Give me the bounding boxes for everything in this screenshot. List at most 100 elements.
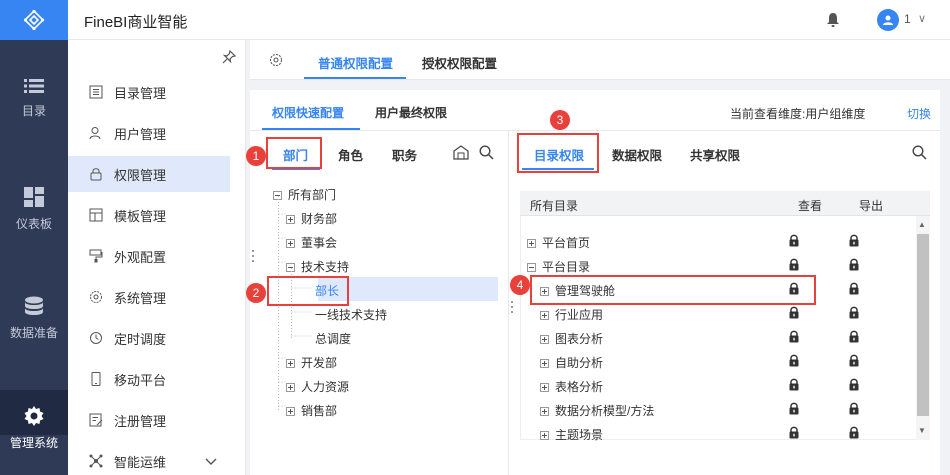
- sub-nav-label: 外观配置: [114, 249, 167, 265]
- tab-role[interactable]: 角色: [338, 145, 363, 164]
- scroll-up-icon[interactable]: ▲: [918, 220, 926, 229]
- view-lock-icon[interactable]: [789, 258, 799, 271]
- expand-icon[interactable]: [540, 407, 549, 417]
- sub-nav-label: 系统管理: [114, 290, 167, 306]
- view-lock-icon[interactable]: [789, 378, 799, 391]
- export-lock-icon[interactable]: [849, 306, 859, 319]
- export-lock-icon[interactable]: [849, 426, 859, 439]
- highlight-box: [267, 276, 349, 306]
- app-logo[interactable]: [0, 0, 68, 40]
- sub-nav-item-appearance[interactable]: 外观配置: [68, 238, 230, 274]
- sub-nav-item-schedule[interactable]: 定时调度: [68, 320, 230, 356]
- chevron-down-icon[interactable]: [205, 455, 217, 469]
- paint-icon: [88, 248, 104, 264]
- highlight-box: [266, 137, 322, 169]
- left-nav-item-dashboard[interactable]: 仪表板: [0, 187, 68, 232]
- bell-icon[interactable]: [826, 12, 842, 28]
- drag-handle[interactable]: [252, 260, 254, 262]
- scrollbar-thumb[interactable]: [917, 234, 929, 416]
- settings-icon[interactable]: [269, 53, 283, 70]
- export-lock-icon[interactable]: [849, 234, 859, 247]
- sub-nav-item-register[interactable]: 注册管理: [68, 402, 230, 438]
- view-lock-icon[interactable]: [789, 426, 799, 439]
- table-row[interactable]: 自助分析: [540, 354, 603, 371]
- sub-nav-item-system[interactable]: 系统管理: [68, 279, 230, 315]
- tab-final-permissions[interactable]: 用户最终权限: [375, 104, 447, 121]
- left-nav-item-admin[interactable]: 管理系统: [0, 406, 68, 451]
- sub-nav-item-permissions[interactable]: 权限管理: [68, 156, 230, 192]
- drag-handle[interactable]: [252, 250, 254, 252]
- table-row[interactable]: 图表分析: [540, 330, 603, 347]
- switch-dimension-link[interactable]: 切换: [907, 105, 931, 122]
- sub-nav-item-catalog[interactable]: 目录管理: [68, 74, 230, 110]
- view-lock-icon[interactable]: [789, 234, 799, 247]
- sub-nav-item-templates[interactable]: 模板管理: [68, 197, 230, 233]
- export-lock-icon[interactable]: [849, 402, 859, 415]
- column-header-view: 查看: [798, 199, 823, 213]
- table-row[interactable]: 平台目录: [527, 258, 590, 275]
- sub-nav-item-users[interactable]: 用户管理: [68, 115, 230, 151]
- chevron-down-icon[interactable]: ∨: [918, 12, 926, 25]
- table-row[interactable]: 行业应用: [540, 306, 603, 323]
- list-icon: [24, 79, 44, 93]
- export-lock-icon[interactable]: [849, 354, 859, 367]
- logo-icon: [23, 9, 45, 31]
- expand-icon[interactable]: [527, 239, 536, 249]
- left-nav-item-catalog[interactable]: 目录: [0, 78, 68, 119]
- collapse-icon[interactable]: [527, 263, 536, 273]
- template-icon: [88, 207, 104, 223]
- table-row[interactable]: 表格分析: [540, 378, 603, 395]
- sub-nav-label: 移动平台: [114, 372, 167, 388]
- table-row[interactable]: 平台首页: [527, 234, 590, 251]
- left-nav-label: 管理系统: [9, 436, 58, 450]
- view-lock-icon[interactable]: [789, 330, 799, 343]
- expand-icon[interactable]: [540, 311, 549, 321]
- pin-icon[interactable]: [222, 49, 237, 67]
- row-label: 行业应用: [555, 308, 604, 322]
- sub-nav-label: 模板管理: [114, 208, 167, 224]
- scroll-down-icon[interactable]: ▼: [918, 426, 926, 435]
- search-icon[interactable]: [479, 145, 494, 163]
- tab-data-permissions[interactable]: 数据权限: [612, 145, 662, 164]
- table-row[interactable]: 数据分析模型/方法: [540, 402, 654, 419]
- avatar[interactable]: [877, 9, 899, 31]
- sub-nav-label: 权限管理: [114, 167, 167, 183]
- org-structure-icon[interactable]: [453, 145, 469, 163]
- settings-icon: [88, 289, 104, 305]
- left-nav-item-data-prep[interactable]: 数据准备: [0, 296, 68, 341]
- drag-handle[interactable]: [511, 301, 513, 303]
- step-badge: 3: [550, 110, 570, 130]
- view-lock-icon[interactable]: [789, 402, 799, 415]
- view-lock-icon[interactable]: [789, 354, 799, 367]
- sub-nav-label: 注册管理: [114, 413, 167, 429]
- search-icon[interactable]: [912, 145, 927, 163]
- left-nav-label: 数据准备: [9, 326, 58, 340]
- row-label: 平台目录: [542, 260, 591, 274]
- tab-position[interactable]: 职务: [392, 145, 417, 164]
- export-lock-icon[interactable]: [849, 378, 859, 391]
- tab-grant-permissions[interactable]: 授权权限配置: [422, 53, 497, 72]
- view-lock-icon[interactable]: [789, 306, 799, 319]
- tab-quick-config[interactable]: 权限快速配置: [272, 104, 344, 121]
- expand-icon[interactable]: [540, 383, 549, 393]
- expand-icon[interactable]: [540, 335, 549, 345]
- expand-icon[interactable]: [540, 359, 549, 369]
- left-nav-label: 仪表板: [15, 217, 52, 231]
- tab-normal-permissions[interactable]: 普通权限配置: [318, 53, 393, 72]
- drag-handle[interactable]: [511, 306, 513, 308]
- table-row[interactable]: 主题场景: [540, 426, 603, 443]
- register-icon: [88, 412, 104, 428]
- export-lock-icon[interactable]: [849, 258, 859, 271]
- tab-share-permissions[interactable]: 共享权限: [690, 145, 740, 164]
- sub-nav-label: 目录管理: [114, 85, 167, 101]
- expand-icon[interactable]: [540, 431, 549, 441]
- active-tab-indicator: [262, 128, 360, 130]
- export-lock-icon[interactable]: [849, 330, 859, 343]
- highlight-box: [530, 275, 816, 305]
- drag-handle[interactable]: [252, 255, 254, 257]
- sub-nav-item-mobile[interactable]: 移动平台: [68, 361, 230, 397]
- export-lock-icon[interactable]: [849, 282, 859, 295]
- divider: [508, 131, 509, 475]
- drag-handle[interactable]: [511, 311, 513, 313]
- mobile-icon: [88, 371, 104, 387]
